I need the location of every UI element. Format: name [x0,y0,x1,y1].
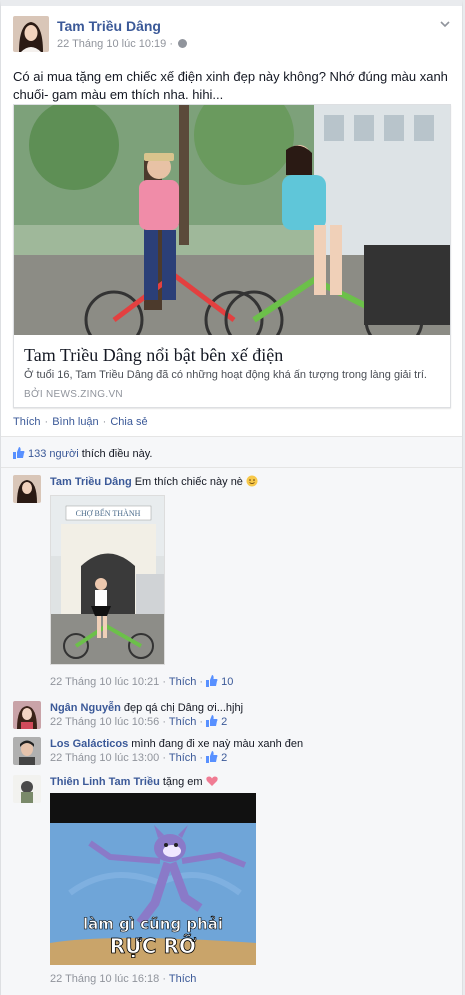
thumbs-up-icon [13,447,25,459]
post-text: Có ai mua tặng em chiếc xế điện xinh đẹp… [13,69,448,102]
comment-meta: 22 Tháng 10 lúc 10:56 · Thích · 2 [50,715,228,728]
comment-meme-image[interactable]: làm gì cũng phải RỰC RỠ [50,793,256,965]
heart-emoji-icon [205,776,218,786]
post-meta: 22 Tháng 10 lúc 10:19 · [57,38,188,50]
divider [1,467,462,468]
likes-count-link[interactable]: 133 người [28,448,79,460]
commenter-name[interactable]: Ngân Nguyễn [50,702,121,714]
comment-item: Los Galácticos mình đang đi xe naỳ màu xa… [13,737,453,769]
comment-like-link[interactable]: Thích [169,752,197,764]
globe-icon [178,39,188,48]
comment-like-link[interactable]: Thích [169,716,197,728]
commenter-avatar[interactable] [13,701,41,729]
comment-like-link[interactable]: Thích [169,973,197,985]
comment-link[interactable]: Bình luận [52,416,98,428]
comment-text: đẹp qá chị Dâng ơi...hjhj [123,702,244,714]
post-author-name[interactable]: Tam Triều Dâng [57,18,161,34]
comment-item: Thiên Linh Tam Triều tặng em làm gì cũng… [13,775,453,995]
comment-like-link[interactable]: Thích [169,676,197,688]
shared-link-source: BỞI NEWS.ZING.VN [24,389,123,400]
comment-meta: 22 Tháng 10 lúc 16:18 · Thích [50,973,197,985]
comment-text: tặng em [162,776,203,788]
comment-like-count[interactable]: 10 [221,676,233,688]
chevron-down-icon[interactable] [439,18,451,30]
market-sign-text: CHỢ BẾN THÀNH [76,508,141,518]
comment-time[interactable]: 22 Tháng 10 lúc 13:00 [50,752,159,764]
commenter-name[interactable]: Los Galácticos [50,738,128,750]
comment-item: Ngân Nguyễn đẹp qá chị Dâng ơi...hjhj 22 … [13,701,453,733]
share-link[interactable]: Chia sẻ [110,416,147,428]
thumbs-up-icon [206,751,218,763]
post-actions: Thích · Bình luận · Chia sẻ [13,416,148,428]
like-link[interactable]: Thích [13,416,41,428]
commenter-avatar[interactable] [13,475,41,503]
comment-photo[interactable]: CHỢ BẾN THÀNH [50,495,165,665]
comment-item: Tam Triều Dâng Em thích chiếc này nè CHỢ … [13,475,453,695]
comment-time[interactable]: 22 Tháng 10 lúc 16:18 [50,973,159,985]
smiley-emoji-icon [246,475,258,487]
meme-caption-line1: làm gì cũng phải [83,915,223,933]
comment-like-count[interactable]: 2 [221,716,227,728]
likes-summary: 133 người thích điều này. [13,447,152,460]
shared-link-title[interactable]: Tam Triều Dâng nổi bật bên xế điện [24,345,283,366]
thumbs-up-icon [206,675,218,687]
author-avatar[interactable] [13,16,49,52]
shared-link-image[interactable] [14,105,450,335]
shared-link-description: Ở tuổi 16, Tam Triều Dâng đã có những ho… [24,369,427,381]
commenter-avatar[interactable] [13,737,41,765]
comments-section: 133 người thích điều này. Tam Triều Dâng… [1,436,462,995]
post-timestamp[interactable]: 22 Tháng 10 lúc 10:19 · [57,38,173,50]
meme-caption-line2: RỰC RỠ [110,934,197,958]
post-card: Tam Triều Dâng 22 Tháng 10 lúc 10:19 · C… [0,0,463,995]
commenter-name[interactable]: Thiên Linh Tam Triều [50,776,160,788]
comment-like-count[interactable]: 2 [221,752,227,764]
likes-suffix: thích điều này. [78,448,153,460]
post-header: Tam Triều Dâng 22 Tháng 10 lúc 10:19 · [13,16,453,58]
shared-link-card[interactable]: Tam Triều Dâng nổi bật bên xế điện Ở tuổ… [13,104,451,408]
comment-meta: 22 Tháng 10 lúc 13:00 · Thích · 2 [50,751,228,764]
commenter-avatar[interactable] [13,775,41,803]
comment-time[interactable]: 22 Tháng 10 lúc 10:21 [50,676,159,688]
comment-text: mình đang đi xe naỳ màu xanh đen [131,738,304,750]
comment-time[interactable]: 22 Tháng 10 lúc 10:56 [50,716,159,728]
thumbs-up-icon [206,715,218,727]
comment-meta: 22 Tháng 10 lúc 10:21 · Thích · 10 [50,675,234,688]
commenter-name[interactable]: Tam Triều Dâng [50,476,132,488]
comment-text: Em thích chiếc này nè [134,476,243,488]
